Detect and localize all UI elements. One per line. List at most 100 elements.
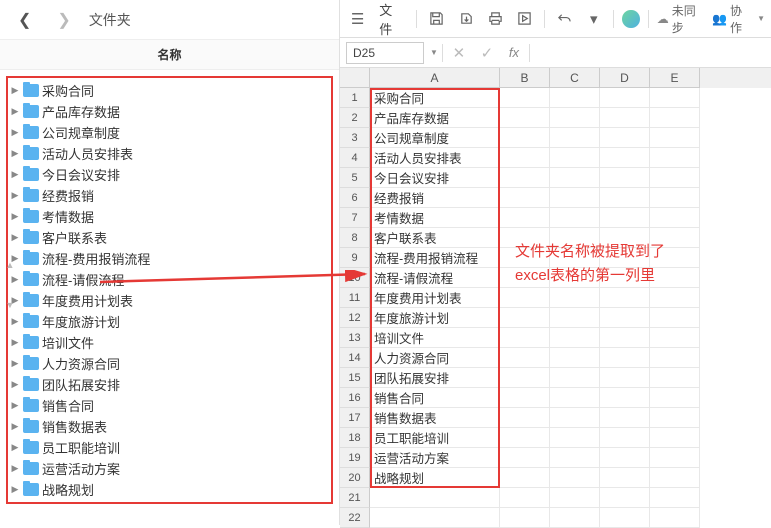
folder-item[interactable]: ▶流程-费用报销流程 — [10, 248, 327, 269]
cell[interactable] — [550, 348, 600, 368]
folder-item[interactable]: ▶年度费用计划表 — [10, 290, 327, 311]
cell[interactable] — [650, 308, 700, 328]
cell[interactable] — [500, 408, 550, 428]
row-header[interactable]: 9 — [340, 248, 370, 268]
cell[interactable] — [600, 288, 650, 308]
cell-reference-box[interactable]: D25 — [346, 42, 424, 64]
cell[interactable]: 年度费用计划表 — [370, 288, 500, 308]
cell[interactable] — [600, 188, 650, 208]
row-header[interactable]: 21 — [340, 488, 370, 508]
cell[interactable] — [500, 308, 550, 328]
cell[interactable] — [500, 148, 550, 168]
cell[interactable] — [550, 488, 600, 508]
cell[interactable] — [550, 368, 600, 388]
cell[interactable] — [600, 208, 650, 228]
row-header[interactable]: 14 — [340, 348, 370, 368]
user-avatar[interactable] — [622, 10, 639, 28]
cell[interactable]: 今日会议安排 — [370, 168, 500, 188]
expand-arrow-icon[interactable]: ▶ — [10, 400, 20, 411]
cell[interactable] — [550, 168, 600, 188]
folder-item[interactable]: ▶公司规章制度 — [10, 122, 327, 143]
cell[interactable]: 人力资源合同 — [370, 348, 500, 368]
col-header-c[interactable]: C — [550, 68, 600, 88]
cell[interactable] — [600, 88, 650, 108]
col-header-d[interactable]: D — [600, 68, 650, 88]
expand-arrow-icon[interactable]: ▶ — [10, 421, 20, 432]
row-header[interactable]: 13 — [340, 328, 370, 348]
cell[interactable] — [550, 148, 600, 168]
expand-arrow-icon[interactable]: ▶ — [10, 463, 20, 474]
save-icon[interactable] — [425, 7, 448, 31]
row-header[interactable]: 22 — [340, 508, 370, 528]
folder-item[interactable]: ▶产品库存数据 — [10, 101, 327, 122]
cell[interactable] — [550, 408, 600, 428]
row-header[interactable]: 5 — [340, 168, 370, 188]
folder-item[interactable]: ▶员工职能培训 — [10, 437, 327, 458]
sync-status[interactable]: ☁ 未同步 — [657, 2, 706, 36]
cell[interactable] — [650, 148, 700, 168]
row-header[interactable]: 2 — [340, 108, 370, 128]
cell[interactable] — [500, 108, 550, 128]
fx-label[interactable]: fx — [503, 45, 525, 60]
preview-icon[interactable] — [513, 7, 536, 31]
cell[interactable] — [550, 208, 600, 228]
cell[interactable]: 销售合同 — [370, 388, 500, 408]
folder-item[interactable]: ▶运营活动方案 — [10, 458, 327, 479]
forward-button[interactable]: ❯ — [49, 6, 78, 34]
folder-item[interactable]: ▶战略规划 — [10, 479, 327, 500]
cell[interactable] — [600, 308, 650, 328]
cell[interactable] — [650, 408, 700, 428]
cell[interactable] — [500, 348, 550, 368]
back-button[interactable]: ❮ — [10, 6, 39, 34]
cell[interactable] — [550, 468, 600, 488]
folder-item[interactable]: ▶人力资源合同 — [10, 353, 327, 374]
undo-icon[interactable] — [553, 7, 576, 31]
cell[interactable]: 销售数据表 — [370, 408, 500, 428]
cell[interactable] — [600, 508, 650, 528]
row-header[interactable]: 16 — [340, 388, 370, 408]
cell[interactable] — [600, 488, 650, 508]
cell[interactable]: 客户联系表 — [370, 228, 500, 248]
cancel-icon[interactable]: ✕ — [447, 41, 471, 65]
folder-item[interactable]: ▶活动人员安排表 — [10, 143, 327, 164]
cell[interactable] — [370, 508, 500, 528]
cell[interactable] — [500, 488, 550, 508]
cell[interactable] — [500, 168, 550, 188]
folder-item[interactable]: ▶考情数据 — [10, 206, 327, 227]
cell[interactable] — [500, 388, 550, 408]
cell[interactable] — [550, 428, 600, 448]
cell[interactable] — [600, 148, 650, 168]
cell[interactable] — [650, 488, 700, 508]
confirm-icon[interactable]: ✓ — [475, 41, 499, 65]
expand-arrow-icon[interactable]: ▶ — [10, 190, 20, 201]
expand-arrow-icon[interactable]: ▶ — [10, 232, 20, 243]
row-header[interactable]: 3 — [340, 128, 370, 148]
cell[interactable] — [650, 428, 700, 448]
expand-arrow-icon[interactable]: ▶ — [10, 169, 20, 180]
expand-arrow-icon[interactable]: ▶ — [10, 484, 20, 495]
row-header[interactable]: 18 — [340, 428, 370, 448]
row-header[interactable]: 10 — [340, 268, 370, 288]
cell[interactable] — [650, 368, 700, 388]
folder-item[interactable]: ▶年度旅游计划 — [10, 311, 327, 332]
expand-arrow-icon[interactable]: ▶ — [10, 379, 20, 390]
cell[interactable] — [600, 368, 650, 388]
select-all-corner[interactable] — [340, 68, 370, 88]
cell[interactable] — [500, 128, 550, 148]
cell[interactable]: 培训文件 — [370, 328, 500, 348]
expand-arrow-icon[interactable]: ▶ — [10, 127, 20, 138]
column-header-name[interactable]: 名称 — [0, 40, 339, 70]
row-header[interactable]: 1 — [340, 88, 370, 108]
cell[interactable]: 员工职能培训 — [370, 428, 500, 448]
hamburger-icon[interactable]: ☰ — [346, 7, 369, 31]
folder-item[interactable]: ▶销售合同 — [10, 395, 327, 416]
cell[interactable] — [500, 288, 550, 308]
folder-item[interactable]: ▶培训文件 — [10, 332, 327, 353]
cell[interactable] — [550, 288, 600, 308]
cell[interactable] — [600, 128, 650, 148]
folder-item[interactable]: ▶团队拓展安排 — [10, 374, 327, 395]
cell[interactable] — [600, 408, 650, 428]
cell[interactable] — [650, 168, 700, 188]
row-header[interactable]: 4 — [340, 148, 370, 168]
cell[interactable] — [500, 208, 550, 228]
